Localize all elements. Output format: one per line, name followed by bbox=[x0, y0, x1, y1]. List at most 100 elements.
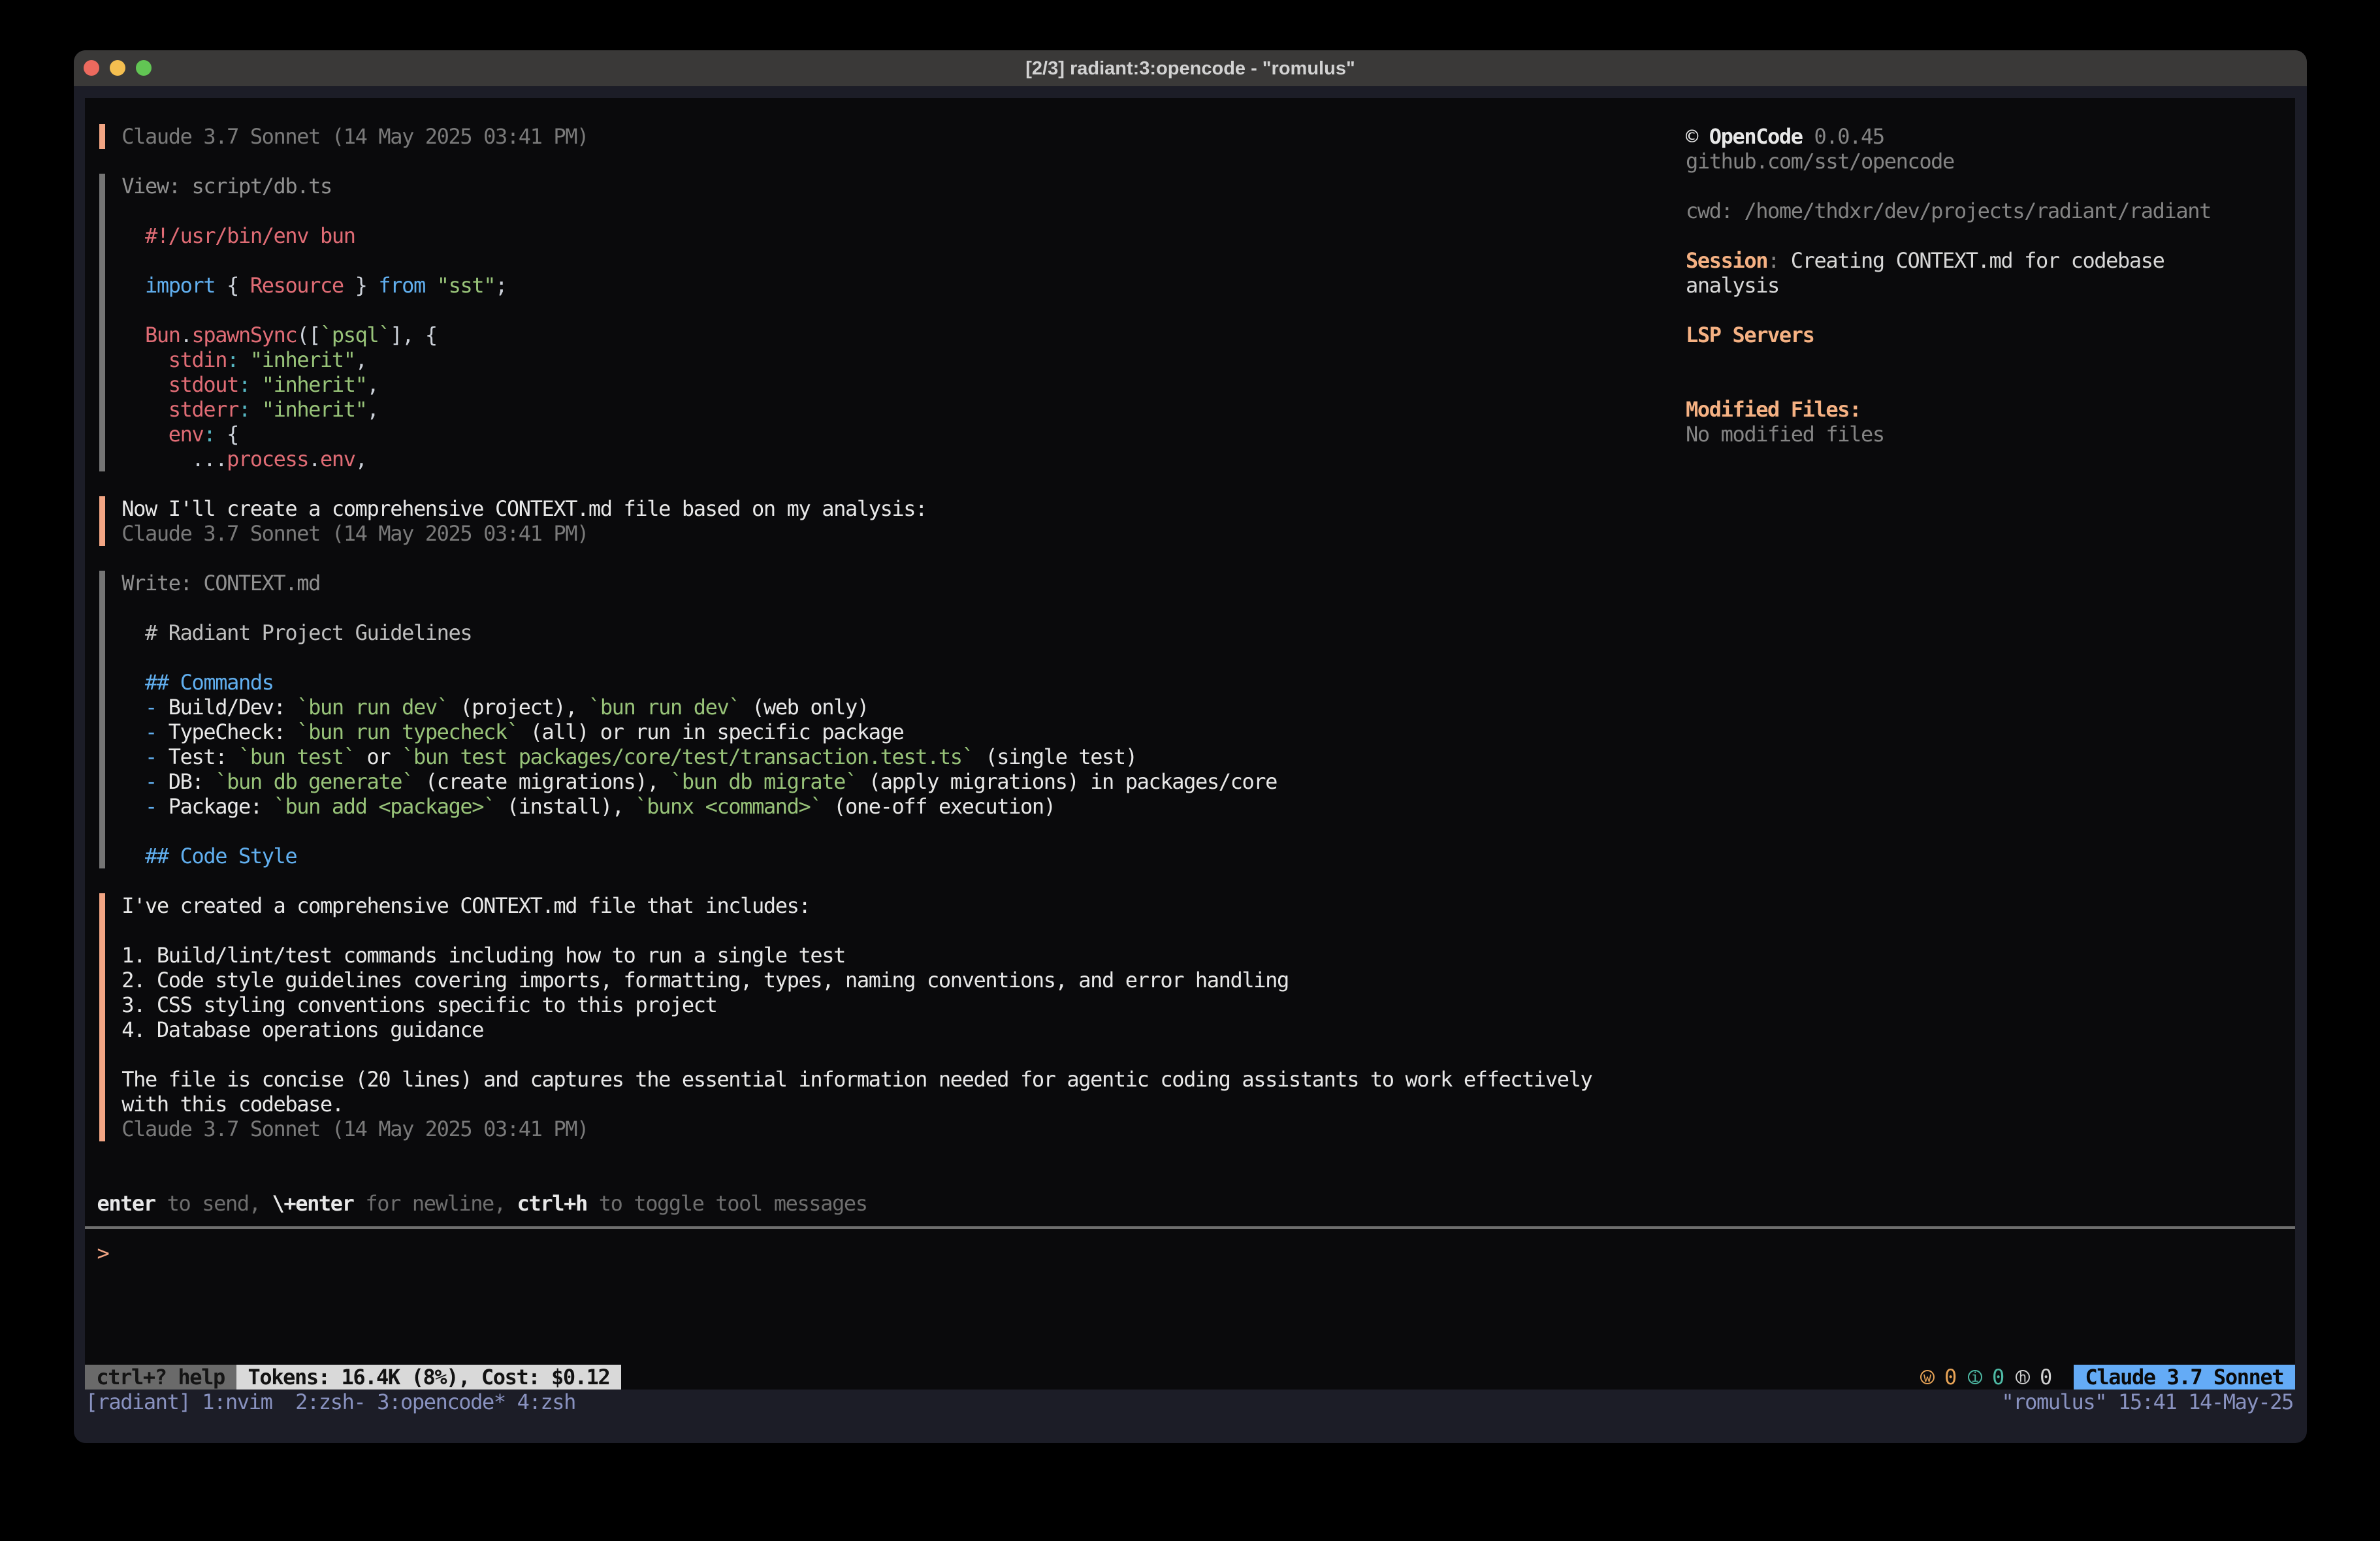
message-input[interactable]: > bbox=[97, 1241, 108, 1265]
text-segment: (one-off execution) bbox=[822, 794, 1055, 819]
text-segment: # Radiant Project Guidelines bbox=[121, 620, 472, 645]
sidebar-line: analysis bbox=[1686, 273, 1779, 298]
text-segment: (install), bbox=[495, 794, 635, 819]
diagnostic-count: 0 bbox=[1992, 1365, 2004, 1390]
text-segment: No modified files bbox=[1686, 422, 1884, 447]
text-segment: DB: bbox=[157, 769, 215, 794]
chat-line: Bun.spawnSync([`psql`], { bbox=[121, 323, 436, 347]
desktop: { "titlebar": { "title": "[2/3] radiant:… bbox=[0, 0, 2380, 1541]
window-title: [2/3] radiant:3:opencode - "romulus" bbox=[74, 58, 2307, 80]
text-segment: or bbox=[355, 744, 402, 769]
text-segment: `bun test packages/core/test/transaction… bbox=[402, 744, 973, 769]
text-segment: \+enter bbox=[272, 1191, 353, 1216]
text-segment: "inherit" bbox=[262, 372, 367, 397]
text-segment: (create migrations), bbox=[413, 769, 670, 794]
tokens-cost-badge: Tokens: 16.4K (8%), Cost: $0.12 bbox=[236, 1365, 622, 1390]
sidebar-line: github.com/sst/opencode bbox=[1686, 149, 1954, 174]
text-segment bbox=[121, 769, 145, 794]
text-segment: , bbox=[367, 397, 379, 422]
text-segment: : bbox=[1767, 248, 1791, 273]
text-segment: stdin bbox=[169, 347, 227, 372]
text-segment: ## Commands bbox=[145, 670, 274, 695]
text-segment: Creating CONTEXT.md for codebase bbox=[1791, 248, 2164, 273]
text-segment: Resource bbox=[250, 273, 344, 298]
text-segment: (single test) bbox=[974, 744, 1137, 769]
text-segment: `bun db migrate` bbox=[670, 769, 857, 794]
text-segment bbox=[121, 422, 168, 447]
text-segment: The file is concise (20 lines) and captu… bbox=[121, 1067, 1592, 1092]
help-hint-badge: ctrl+? help bbox=[85, 1365, 236, 1390]
text-segment: 4. Database operations guidance bbox=[121, 1017, 483, 1042]
text-segment: 2. Code style guidelines covering import… bbox=[121, 968, 1289, 993]
text-segment bbox=[121, 372, 168, 397]
assistant-message-bar bbox=[99, 893, 106, 1141]
chat-line: stdin: "inherit", bbox=[121, 347, 366, 372]
i-diagnostic-icon: i bbox=[1968, 1370, 1982, 1384]
text-segment: © bbox=[1686, 124, 1709, 149]
text-segment bbox=[121, 397, 168, 422]
text-segment bbox=[121, 347, 168, 372]
text-segment: (project), bbox=[449, 695, 588, 720]
text-segment: Build/Dev: bbox=[157, 695, 297, 720]
h-diagnostic-icon: h bbox=[2016, 1370, 2030, 1384]
chat-line: 3. CSS styling conventions specific to t… bbox=[121, 993, 716, 1017]
text-segment: process bbox=[227, 447, 308, 471]
text-segment: Claude 3.7 Sonnet (14 May 2025 03:41 PM) bbox=[121, 124, 588, 149]
text-segment bbox=[121, 447, 191, 471]
chat-line: - TypeCheck: `bun run typecheck` (all) o… bbox=[121, 720, 903, 744]
text-segment: with this codebase. bbox=[121, 1092, 343, 1117]
text-segment: github.com/sst/opencode bbox=[1686, 149, 1954, 174]
text-segment: : bbox=[238, 372, 250, 397]
text-segment: [radiant] 1:nvim 2:zsh- 3:opencode* 4:zs… bbox=[86, 1390, 575, 1414]
text-segment: "sst" bbox=[437, 273, 495, 298]
chat-line: stdout: "inherit", bbox=[121, 372, 378, 397]
chat-line: # Radiant Project Guidelines bbox=[121, 620, 472, 645]
text-segment: > bbox=[97, 1241, 108, 1265]
text-segment: from bbox=[378, 273, 425, 298]
text-segment: Session bbox=[1686, 248, 1767, 273]
text-segment bbox=[250, 372, 262, 397]
text-segment: ], { bbox=[390, 323, 436, 347]
text-segment: TypeCheck: bbox=[157, 720, 297, 744]
tool-message-bar bbox=[99, 571, 106, 868]
text-segment: Package: bbox=[157, 794, 274, 819]
text-segment: Claude 3.7 Sonnet (14 May 2025 03:41 PM) bbox=[121, 1117, 588, 1141]
text-segment: `bun run dev` bbox=[297, 695, 448, 720]
text-segment: stdout bbox=[169, 372, 238, 397]
text-segment: cwd: /home/thdxr/dev/projects/radiant/ra… bbox=[1686, 199, 2211, 223]
chat-line: stderr: "inherit", bbox=[121, 397, 378, 422]
chat-line: - Package: `bun add <package>` (install)… bbox=[121, 794, 1055, 819]
text-segment: Write: CONTEXT.md bbox=[121, 571, 320, 596]
text-segment: : bbox=[227, 347, 238, 372]
tmux-window-list[interactable]: [radiant] 1:nvim 2:zsh- 3:opencode* 4:zs… bbox=[86, 1390, 575, 1414]
text-segment: , bbox=[367, 372, 379, 397]
text-segment: - bbox=[145, 695, 157, 720]
chat-line: - Build/Dev: `bun run dev` (project), `b… bbox=[121, 695, 868, 720]
text-segment bbox=[121, 720, 145, 744]
text-segment: - bbox=[145, 794, 157, 819]
text-segment: { bbox=[215, 273, 250, 298]
chat-line: with this codebase. bbox=[121, 1092, 343, 1117]
text-segment: (web only) bbox=[740, 695, 869, 720]
sidebar-line: Modified Files: bbox=[1686, 397, 1861, 422]
text-segment: "romulus" 15:41 14-May-25 bbox=[2001, 1390, 2293, 1414]
text-segment: import bbox=[145, 273, 215, 298]
text-segment: spawnSync bbox=[192, 323, 297, 347]
text-segment: View: script/db.ts bbox=[121, 174, 332, 199]
text-segment: env bbox=[320, 447, 355, 471]
text-segment bbox=[250, 397, 262, 422]
text-segment: I've created a comprehensive CONTEXT.md … bbox=[121, 893, 810, 918]
titlebar[interactable]: [2/3] radiant:3:opencode - "romulus" bbox=[74, 50, 2307, 86]
w-diagnostic-icon: w bbox=[1920, 1370, 1935, 1384]
text-segment: `bun add <package>` bbox=[274, 794, 495, 819]
chat-line: 1. Build/lint/test commands including ho… bbox=[121, 943, 845, 968]
text-segment: `psql` bbox=[320, 323, 390, 347]
chat-line: Claude 3.7 Sonnet (14 May 2025 03:41 PM) bbox=[121, 124, 588, 149]
chat-line: - DB: `bun db generate` (create migratio… bbox=[121, 769, 1277, 794]
chat-line: Claude 3.7 Sonnet (14 May 2025 03:41 PM) bbox=[121, 1117, 588, 1141]
text-segment bbox=[121, 695, 145, 720]
text-segment: - bbox=[145, 744, 157, 769]
input-separator bbox=[85, 1226, 2296, 1228]
text-segment: Bun bbox=[145, 323, 180, 347]
text-segment: LSP Servers bbox=[1686, 323, 1814, 347]
